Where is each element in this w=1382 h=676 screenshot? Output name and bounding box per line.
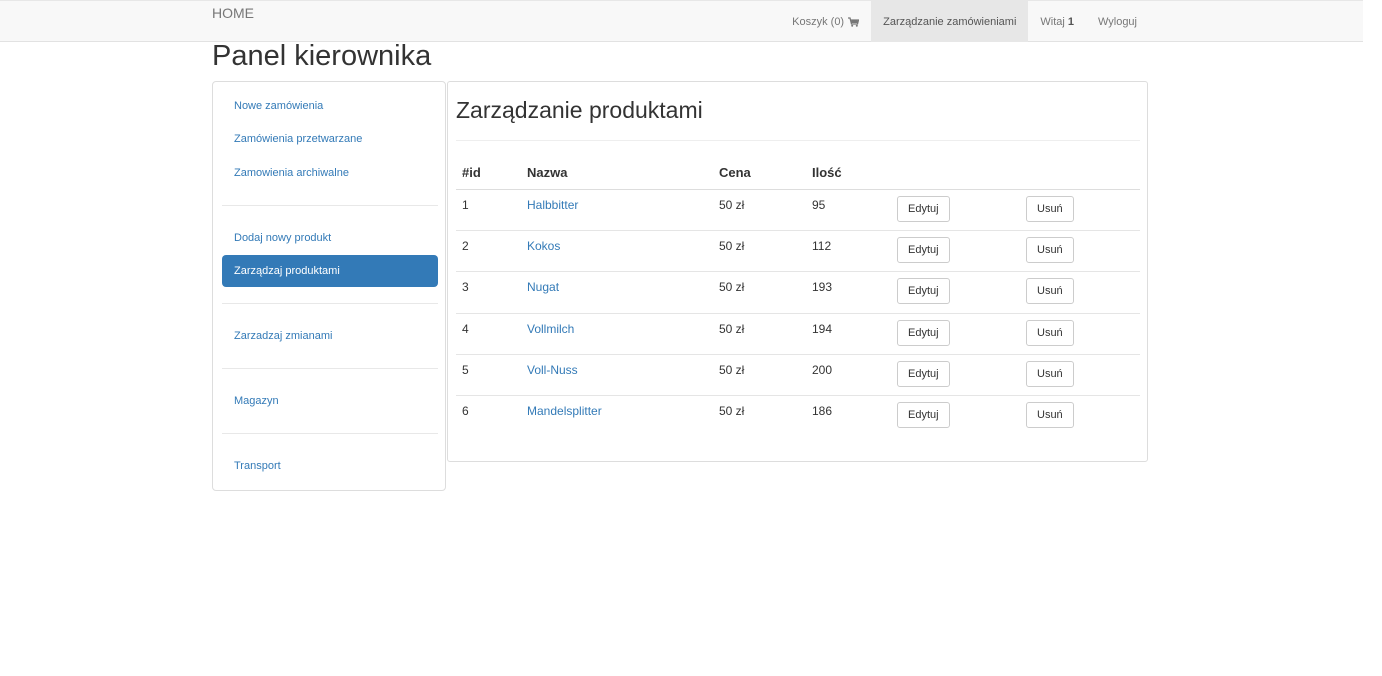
product-link[interactable]: Mandelsplitter <box>527 404 602 418</box>
cell-delete: Usuń <box>1020 189 1140 230</box>
cell-quantity: 200 <box>806 354 891 396</box>
table-header-row: #id Nazwa Cena Ilość <box>456 156 1140 190</box>
cell-delete: Usuń <box>1020 271 1140 314</box>
cell-name: Halbbitter <box>521 189 713 230</box>
panel-title: Zarządzanie produktami <box>456 97 703 123</box>
products-panel: Zarządzanie produktami #id Nazwa Cena Il… <box>447 81 1148 462</box>
cell-quantity: 186 <box>806 395 891 438</box>
sidebar-item-warehouse[interactable]: Magazyn <box>222 385 438 417</box>
cell-delete: Usuń <box>1020 312 1140 355</box>
column-header-price: Cena <box>713 156 806 190</box>
cell-id: 6 <box>456 395 521 438</box>
cell-price: 50 zł <box>713 354 806 396</box>
delete-button[interactable]: Usuń <box>1026 236 1074 263</box>
navbar: HOME Koszyk (0) Zarządzanie zamówieniami… <box>0 0 1363 42</box>
products-table: #id Nazwa Cena Ilość 1 Halbbitter 50 zł … <box>456 156 1140 438</box>
cell-quantity: 193 <box>806 271 891 314</box>
cell-edit: Edytuj <box>891 354 1020 396</box>
cell-name: Mandelsplitter <box>521 395 713 438</box>
cell-edit: Edytuj <box>891 229 1020 272</box>
column-header-quantity: Ilość <box>806 156 891 190</box>
shopping-cart-icon <box>848 16 860 27</box>
sidebar-divider <box>222 433 438 434</box>
cell-delete: Usuń <box>1020 395 1140 438</box>
cart-label: Koszyk (0) <box>792 15 845 28</box>
cell-delete: Usuń <box>1020 354 1140 396</box>
table-row: 4 Vollmilch 50 zł 194 Edytuj Usuń <box>456 312 1140 355</box>
panel-divider <box>456 140 1140 141</box>
cell-price: 50 zł <box>713 312 806 355</box>
column-header-delete <box>1020 156 1140 190</box>
cell-id: 4 <box>456 312 521 355</box>
table-row: 1 Halbbitter 50 zł 95 Edytuj Usuń <box>456 189 1140 230</box>
sidebar-item-manage-products[interactable]: Zarządzaj produktami <box>222 255 438 287</box>
delete-button[interactable]: Usuń <box>1026 319 1074 346</box>
table-row: 5 Voll-Nuss 50 zł 200 Edytuj Usuń <box>456 354 1140 396</box>
table-row: 3 Nugat 50 zł 193 Edytuj Usuń <box>456 271 1140 314</box>
cell-name: Vollmilch <box>521 312 713 355</box>
navbar-right: Koszyk (0) Zarządzanie zamówieniami Wita… <box>780 1 1363 42</box>
product-link[interactable]: Halbbitter <box>527 198 578 212</box>
cell-edit: Edytuj <box>891 312 1020 355</box>
column-header-id: #id <box>456 156 521 190</box>
column-header-edit <box>891 156 1020 190</box>
cell-edit: Edytuj <box>891 395 1020 438</box>
nav-orders-management[interactable]: Zarządzanie zamówieniami <box>871 1 1029 42</box>
product-link[interactable]: Voll-Nuss <box>527 363 578 377</box>
product-link[interactable]: Kokos <box>527 239 560 253</box>
sidebar-item-archived-orders[interactable]: Zamowienia archiwalne <box>222 157 438 189</box>
sidebar-divider <box>222 368 438 369</box>
greeting-label: Witaj <box>1040 15 1065 28</box>
edit-button[interactable]: Edytuj <box>897 402 950 429</box>
cell-price: 50 zł <box>713 229 806 272</box>
edit-button[interactable]: Edytuj <box>897 195 950 222</box>
cell-id: 2 <box>456 229 521 272</box>
sidebar: Nowe zamówienia Zamówienia przetwarzane … <box>212 81 446 491</box>
cell-quantity: 95 <box>812 197 826 212</box>
nav-greeting[interactable]: Witaj 1 <box>1028 1 1086 42</box>
table-row: 2 Kokos 50 zł 112 Edytuj Usuń <box>456 229 1140 272</box>
cell-price: 50 zł <box>713 395 806 438</box>
sidebar-item-new-orders[interactable]: Nowe zamówienia <box>222 90 438 122</box>
cell-id: 1 <box>462 197 469 212</box>
edit-button[interactable]: Edytuj <box>897 361 950 388</box>
sidebar-divider <box>222 303 438 304</box>
logout-link[interactable]: Wyloguj <box>1086 1 1149 42</box>
delete-button[interactable]: Usuń <box>1026 278 1074 305</box>
page-title: Panel kierownika <box>212 40 432 72</box>
sidebar-item-processing-orders[interactable]: Zamówienia przetwarzane <box>222 123 438 155</box>
cart-link[interactable]: Koszyk (0) <box>780 1 871 42</box>
cell-price: 50 zł <box>719 197 745 212</box>
delete-button[interactable]: Usuń <box>1026 361 1074 388</box>
delete-button[interactable]: Usuń <box>1026 402 1074 429</box>
edit-button[interactable]: Edytuj <box>897 319 950 346</box>
product-link[interactable]: Vollmilch <box>527 322 574 336</box>
cell-name: Voll-Nuss <box>521 354 713 396</box>
column-header-name: Nazwa <box>521 156 713 190</box>
sidebar-divider <box>222 205 438 206</box>
delete-button[interactable]: Usuń <box>1026 195 1074 222</box>
cell-quantity: 194 <box>806 312 891 355</box>
greeting-user: 1 <box>1067 15 1074 28</box>
table-row: 6 Mandelsplitter 50 zł 186 Edytuj Usuń <box>456 395 1140 438</box>
edit-button[interactable]: Edytuj <box>897 278 950 305</box>
cell-delete: Usuń <box>1020 229 1140 272</box>
cell-name: Kokos <box>521 229 713 272</box>
sidebar-item-transport[interactable]: Transport <box>222 450 438 482</box>
home-link[interactable]: HOME <box>212 5 254 21</box>
cell-name: Nugat <box>521 271 713 314</box>
cell-id: 3 <box>456 271 521 314</box>
product-link[interactable]: Nugat <box>527 280 559 294</box>
cell-edit: Edytuj <box>891 271 1020 314</box>
cell-price: 50 zł <box>713 271 806 314</box>
cell-quantity: 112 <box>806 229 891 272</box>
cell-id: 5 <box>456 354 521 396</box>
sidebar-item-manage-shifts[interactable]: Zarzadzaj zmianami <box>222 320 438 352</box>
cell-edit: Edytuj <box>891 189 1020 230</box>
edit-button[interactable]: Edytuj <box>897 236 950 263</box>
sidebar-item-add-product[interactable]: Dodaj nowy produkt <box>222 222 438 254</box>
